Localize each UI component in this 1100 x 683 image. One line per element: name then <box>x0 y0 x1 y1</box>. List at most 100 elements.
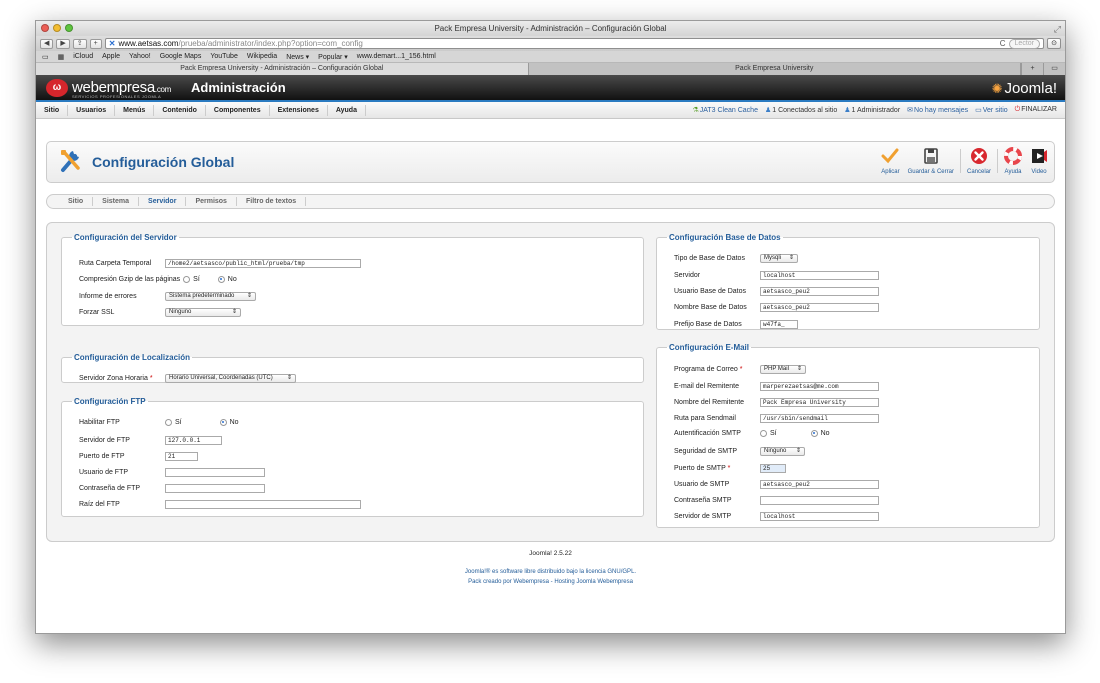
menu-extensiones[interactable]: Extensiones <box>270 104 328 116</box>
timezone-select[interactable]: Horario Universal, Coordenadas (UTC) ⇕ <box>165 373 296 383</box>
video-button[interactable]: Video <box>1030 147 1048 175</box>
smtp-pass-input[interactable] <box>760 495 879 505</box>
email-fieldset: Configuración E-Mail Programa de Correo … <box>656 343 1040 528</box>
db-user-row: Usuario Base de Datos aetsasco_peu2 <box>674 286 879 296</box>
add-bookmark-button[interactable]: + <box>89 38 102 49</box>
admin-count: ♟1 Administrador <box>844 107 901 114</box>
bookmark-item[interactable]: Apple <box>102 53 120 60</box>
cancel-icon <box>970 148 987 164</box>
tab-overview-icon[interactable]: ▭ <box>1043 63 1065 75</box>
ftp-no-radio[interactable]: No <box>219 418 239 426</box>
reading-list-icon[interactable]: ▭ <box>42 53 49 61</box>
fullscreen-icon[interactable]: ⤢ <box>1054 22 1061 37</box>
radio-on-icon <box>219 418 227 426</box>
db-prefix-input[interactable]: w47fa_ <box>760 319 798 329</box>
mailer-row: Programa de Correo * PHP Mail ⇕ <box>674 364 806 374</box>
reload-icon[interactable]: C <box>1000 39 1006 48</box>
bookmark-item[interactable]: Wikipedia <box>247 53 277 60</box>
smtp-port-input[interactable]: 25 <box>760 463 786 473</box>
downloads-icon[interactable]: ⊙ <box>1047 38 1061 49</box>
radio-on-icon <box>217 275 225 283</box>
db-host-input[interactable]: localhost <box>760 270 879 280</box>
subtab-sitio[interactable]: Sitio <box>59 197 94 206</box>
menu-componentes[interactable]: Componentes <box>206 104 270 116</box>
sendmail-row: Ruta para Sendmail /usr/sbin/sendmail <box>674 413 879 423</box>
mail-from-input[interactable]: marperezaetsas@me.com <box>760 381 879 391</box>
radio-off-icon <box>183 275 191 283</box>
subtab-filtro-textos[interactable]: Filtro de textos <box>237 197 307 206</box>
smtp-auth-yes-radio[interactable]: Sí <box>760 429 777 437</box>
mailer-select[interactable]: PHP Mail ⇕ <box>760 364 806 374</box>
view-site-link[interactable]: ▭Ver sitio <box>975 106 1008 114</box>
menu-ayuda[interactable]: Ayuda <box>328 104 366 116</box>
browser-tab-active[interactable]: Pack Empresa University - Administración… <box>36 63 529 75</box>
gzip-yes-radio[interactable]: Sí <box>183 275 200 283</box>
select-arrows-icon: ⇕ <box>788 254 794 261</box>
ftp-pass-input[interactable] <box>165 483 265 493</box>
browser-tab[interactable]: Pack Empresa University <box>529 63 1021 75</box>
help-button[interactable]: Ayuda <box>1004 147 1022 175</box>
smtp-host-input[interactable]: localhost <box>760 511 879 521</box>
db-type-select[interactable]: Mysqli ⇕ <box>760 253 798 263</box>
bookmark-item[interactable]: YouTube <box>210 53 238 60</box>
share-button[interactable]: ⇪ <box>72 38 87 49</box>
ftp-user-input[interactable] <box>165 467 265 477</box>
smtp-auth-no-radio[interactable]: No <box>810 429 830 437</box>
new-tab-button[interactable]: + <box>1021 63 1043 75</box>
db-name-input[interactable]: aetsasco_peu2 <box>760 302 879 312</box>
smtp-secure-select[interactable]: Ninguno ⇕ <box>760 446 805 456</box>
from-name-input[interactable]: Pack Empresa University <box>760 397 879 407</box>
zoom-window-button[interactable] <box>65 24 73 32</box>
forward-button[interactable]: ▶ <box>56 38 70 49</box>
footer-license-link[interactable]: Joomla!® es software libre distribuido b… <box>36 569 1065 575</box>
subtab-sistema[interactable]: Sistema <box>93 197 140 206</box>
bookmark-item[interactable]: Yahoo! <box>129 53 151 60</box>
bookmark-item[interactable]: Popular ▾ <box>318 53 348 61</box>
messages-link[interactable]: ✉No hay mensajes <box>907 106 968 114</box>
lifebuoy-icon <box>1004 147 1022 165</box>
subtab-servidor[interactable]: Servidor <box>139 197 187 206</box>
close-window-button[interactable] <box>41 24 49 32</box>
tmp-path-input[interactable]: /home2/aetsasco/public_html/prueba/tmp <box>165 258 361 268</box>
ftp-yes-radio[interactable]: Sí <box>165 418 182 426</box>
window-title: Pack Empresa University - Administración… <box>434 24 667 33</box>
smtp-user-input[interactable]: aetsasco_peu2 <box>760 479 879 489</box>
browser-window: Pack Empresa University - Administración… <box>35 20 1066 634</box>
top-sites-icon[interactable]: ▦ <box>58 53 65 61</box>
cancel-button[interactable]: Cancelar <box>967 147 991 175</box>
gzip-no-radio[interactable]: No <box>217 275 237 283</box>
save-close-button[interactable]: Guardar & Cerrar <box>908 147 954 175</box>
clean-cache-link[interactable]: ⚗JAT3 Clean Cache <box>692 106 758 114</box>
subtab-permisos[interactable]: Permisos <box>186 197 237 206</box>
ftp-fieldset: Configuración FTP Habilitar FTP Sí No Se… <box>61 397 644 517</box>
ftp-host-input[interactable]: 127.0.0.1 <box>165 435 222 445</box>
sendmail-input[interactable]: /usr/sbin/sendmail <box>760 413 879 423</box>
ftp-root-input[interactable] <box>165 499 361 509</box>
menu-sitio[interactable]: Sitio <box>36 104 69 116</box>
database-legend: Configuración Base de Datos <box>669 233 781 242</box>
bookmark-item[interactable]: Google Maps <box>160 53 202 60</box>
back-button[interactable]: ◀ <box>40 38 54 49</box>
menu-contenido[interactable]: Contenido <box>154 104 206 116</box>
bookmark-item[interactable]: iCloud <box>73 53 93 60</box>
db-name-label: Nombre Base de Datos <box>674 303 747 311</box>
menu-usuarios[interactable]: Usuarios <box>68 104 116 116</box>
errors-select[interactable]: Sistema predeterminado ⇕ <box>165 291 256 301</box>
smtp-auth-label: Autentificación SMTP <box>674 429 741 437</box>
from-name-row: Nombre del Remitente Pack Empresa Univer… <box>674 397 879 407</box>
logout-link[interactable]: ⏻FINALIZAR <box>1015 106 1057 114</box>
bookmark-item[interactable]: www.demart...1_156.html <box>357 53 436 60</box>
db-user-input[interactable]: aetsasco_peu2 <box>760 286 879 296</box>
tmp-path-row: Ruta Carpeta Temporal /home2/aetsasco/pu… <box>79 258 361 268</box>
url-path: /prueba/administrator/index.php?option=c… <box>178 39 363 48</box>
bookmark-item[interactable]: News ▾ <box>286 53 309 61</box>
footer-credit-link[interactable]: Pack creado por Webempresa - Hosting Joo… <box>36 579 1065 585</box>
minimize-window-button[interactable] <box>53 24 61 32</box>
address-bar[interactable]: ✕ www.aetsas.com/prueba/administrator/in… <box>104 38 1044 49</box>
menu-menus[interactable]: Menús <box>115 104 155 116</box>
ssl-select[interactable]: Ninguno ⇕ <box>165 307 241 317</box>
ftp-root-label: Raíz del FTP <box>79 500 120 508</box>
ftp-port-input[interactable]: 21 <box>165 451 198 461</box>
reader-button[interactable]: Lector <box>1008 38 1040 49</box>
apply-button[interactable]: Aplicar <box>881 147 900 175</box>
